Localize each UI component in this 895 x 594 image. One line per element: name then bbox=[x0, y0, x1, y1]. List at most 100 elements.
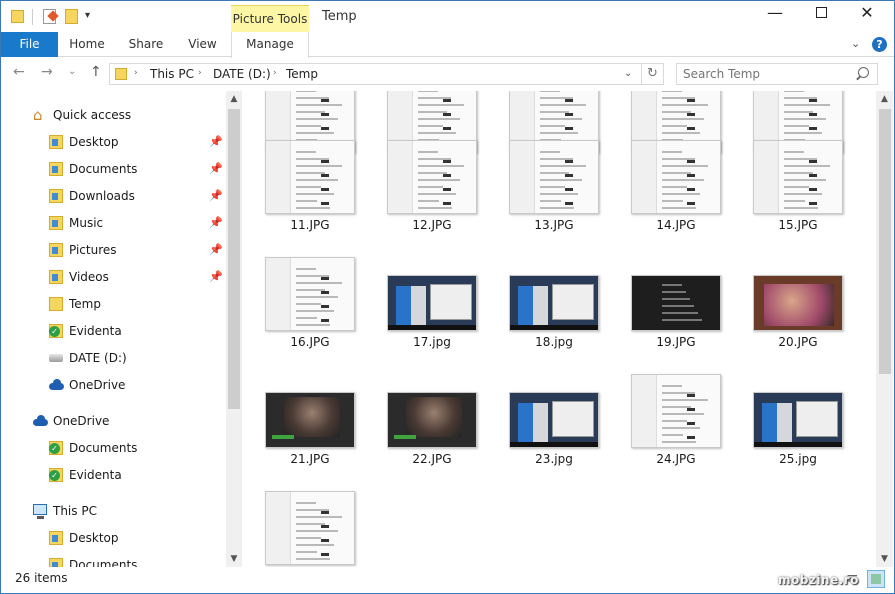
downloads-folder-icon bbox=[49, 189, 63, 203]
documents-folder-icon bbox=[49, 162, 63, 176]
file-item[interactable]: 12.JPG bbox=[376, 118, 488, 232]
scroll-down-icon[interactable]: ▼ bbox=[226, 554, 242, 564]
file-item[interactable]: 6.JPG bbox=[254, 91, 366, 153]
file-item[interactable]: 14.JPG bbox=[620, 118, 732, 232]
explorer-window: ▾ Picture Tools Temp — ✕ File Home Share… bbox=[0, 0, 895, 594]
address-dropdown-icon[interactable]: ⌄ bbox=[624, 68, 632, 79]
pin-icon[interactable]: 📌 bbox=[209, 266, 223, 288]
file-item[interactable]: 19.JPG bbox=[620, 235, 732, 349]
navigation-bar: ← → ⌄ ↑ › This PC › DATE (D:) › Temp ⌄ ↻ bbox=[1, 58, 894, 90]
file-item[interactable]: 8.JPG bbox=[498, 91, 610, 153]
sidebar-item[interactable]: ⌂ Quick access bbox=[33, 104, 226, 126]
file-item[interactable]: 18.jpg bbox=[498, 235, 610, 349]
file-item[interactable]: 10.JPG bbox=[742, 91, 854, 153]
forward-arrow-icon[interactable]: → bbox=[41, 64, 53, 80]
sidebar-item[interactable]: This PC bbox=[33, 500, 226, 522]
minimize-button[interactable]: — bbox=[752, 1, 798, 29]
file-item[interactable]: 24.JPG bbox=[620, 352, 732, 466]
recent-locations-chevron-icon[interactable]: ⌄ bbox=[68, 66, 76, 77]
sidebar-item-label: Desktop bbox=[69, 135, 119, 149]
file-item[interactable]: 20.JPG bbox=[742, 235, 854, 349]
scrollbar-thumb[interactable] bbox=[228, 109, 240, 409]
file-name: 19.JPG bbox=[656, 335, 696, 349]
properties-icon[interactable] bbox=[43, 9, 56, 24]
new-folder-icon[interactable] bbox=[65, 9, 78, 24]
sidebar-item[interactable]: Videos 📌 bbox=[49, 266, 226, 288]
close-button[interactable]: ✕ bbox=[844, 1, 890, 29]
navigation-pane-scrollbar[interactable]: ▲ ▼ bbox=[226, 91, 242, 567]
file-item[interactable]: 15.JPG bbox=[742, 118, 854, 232]
sidebar-item[interactable]: Downloads 📌 bbox=[49, 185, 226, 207]
breadcrumb-this-pc[interactable]: This PC bbox=[150, 67, 194, 81]
sidebar-item-label: Videos bbox=[69, 270, 109, 284]
sidebar-item[interactable]: OneDrive bbox=[49, 374, 226, 396]
search-box[interactable] bbox=[676, 63, 878, 85]
sidebar-item[interactable]: Music 📌 bbox=[49, 212, 226, 234]
file-item[interactable]: old.JPG bbox=[254, 469, 366, 567]
maximize-button[interactable] bbox=[798, 1, 844, 29]
help-icon[interactable]: ? bbox=[872, 37, 887, 52]
tab-manage[interactable]: Manage bbox=[231, 32, 309, 58]
scroll-up-icon[interactable]: ▲ bbox=[226, 94, 242, 104]
large-icons-view-icon[interactable] bbox=[867, 570, 885, 588]
tab-file[interactable]: File bbox=[1, 32, 58, 57]
breadcrumb-separator-icon[interactable]: › bbox=[134, 68, 138, 78]
tab-view[interactable]: View bbox=[176, 32, 229, 57]
image-thumbnail bbox=[753, 392, 843, 448]
image-thumbnail bbox=[265, 491, 355, 565]
pin-icon[interactable]: 📌 bbox=[209, 131, 223, 153]
file-item[interactable]: 13.JPG bbox=[498, 118, 610, 232]
refresh-icon[interactable]: ↻ bbox=[641, 64, 663, 84]
image-thumbnail bbox=[387, 392, 477, 448]
scroll-down-icon[interactable]: ▼ bbox=[876, 554, 893, 564]
image-thumbnail bbox=[509, 275, 599, 331]
sidebar-item-label: Desktop bbox=[69, 531, 119, 545]
tab-home[interactable]: Home bbox=[58, 32, 116, 57]
sidebar-item[interactable]: Documents bbox=[49, 437, 226, 459]
sidebar-item[interactable]: Documents 📌 bbox=[49, 158, 226, 180]
scroll-up-icon[interactable]: ▲ bbox=[876, 94, 893, 104]
file-item[interactable]: 22.JPG bbox=[376, 352, 488, 466]
file-name: 14.JPG bbox=[656, 218, 696, 232]
file-item[interactable]: 23.jpg bbox=[498, 352, 610, 466]
desktop-folder-icon bbox=[49, 531, 63, 545]
breadcrumb-drive[interactable]: DATE (D:) bbox=[213, 67, 271, 81]
sidebar-item[interactable]: Documents bbox=[49, 554, 226, 567]
image-thumbnail bbox=[265, 257, 355, 331]
sidebar-item[interactable]: Evidenta bbox=[49, 464, 226, 486]
sidebar-item[interactable]: Evidenta bbox=[49, 320, 226, 342]
breadcrumb-separator-icon[interactable]: › bbox=[273, 68, 277, 78]
file-item[interactable]: 17.jpg bbox=[376, 235, 488, 349]
sidebar-item[interactable]: Temp bbox=[49, 293, 226, 315]
tab-share[interactable]: Share bbox=[116, 32, 176, 57]
file-item[interactable]: 11.JPG bbox=[254, 118, 366, 232]
search-input[interactable] bbox=[683, 67, 853, 81]
sidebar-item[interactable]: DATE (D:) bbox=[49, 347, 226, 369]
file-name: 18.jpg bbox=[535, 335, 573, 349]
file-name: 21.JPG bbox=[290, 452, 330, 466]
search-icon[interactable] bbox=[858, 67, 869, 78]
file-item[interactable]: 21.JPG bbox=[254, 352, 366, 466]
sidebar-item[interactable]: Desktop bbox=[49, 527, 226, 549]
file-list-scrollbar[interactable]: ▲ ▼ bbox=[876, 91, 893, 567]
address-bar[interactable]: › This PC › DATE (D:) › Temp ⌄ ↻ bbox=[109, 63, 664, 85]
breadcrumb-separator-icon[interactable]: › bbox=[198, 68, 202, 78]
pin-icon[interactable]: 📌 bbox=[209, 158, 223, 180]
file-item[interactable]: 9.JPG bbox=[620, 91, 732, 153]
sidebar-item[interactable]: Desktop 📌 bbox=[49, 131, 226, 153]
up-arrow-icon[interactable]: ↑ bbox=[90, 64, 102, 80]
file-name: 23.jpg bbox=[535, 452, 573, 466]
sidebar-item[interactable]: OneDrive bbox=[33, 410, 226, 432]
file-item[interactable]: 25.jpg bbox=[742, 352, 854, 466]
breadcrumb-temp[interactable]: Temp bbox=[286, 67, 318, 81]
file-item[interactable]: 7.JPG bbox=[376, 91, 488, 153]
pin-icon[interactable]: 📌 bbox=[209, 212, 223, 234]
sidebar-item[interactable]: Pictures 📌 bbox=[49, 239, 226, 261]
file-item[interactable]: 16.JPG bbox=[254, 235, 366, 349]
quick-access-toolbar-dropdown-icon[interactable]: ▾ bbox=[85, 10, 90, 21]
scrollbar-thumb[interactable] bbox=[879, 109, 891, 374]
pin-icon[interactable]: 📌 bbox=[209, 185, 223, 207]
expand-ribbon-chevron-icon[interactable]: ⌄ bbox=[851, 37, 860, 50]
pin-icon[interactable]: 📌 bbox=[209, 239, 223, 261]
back-arrow-icon[interactable]: ← bbox=[13, 64, 25, 80]
